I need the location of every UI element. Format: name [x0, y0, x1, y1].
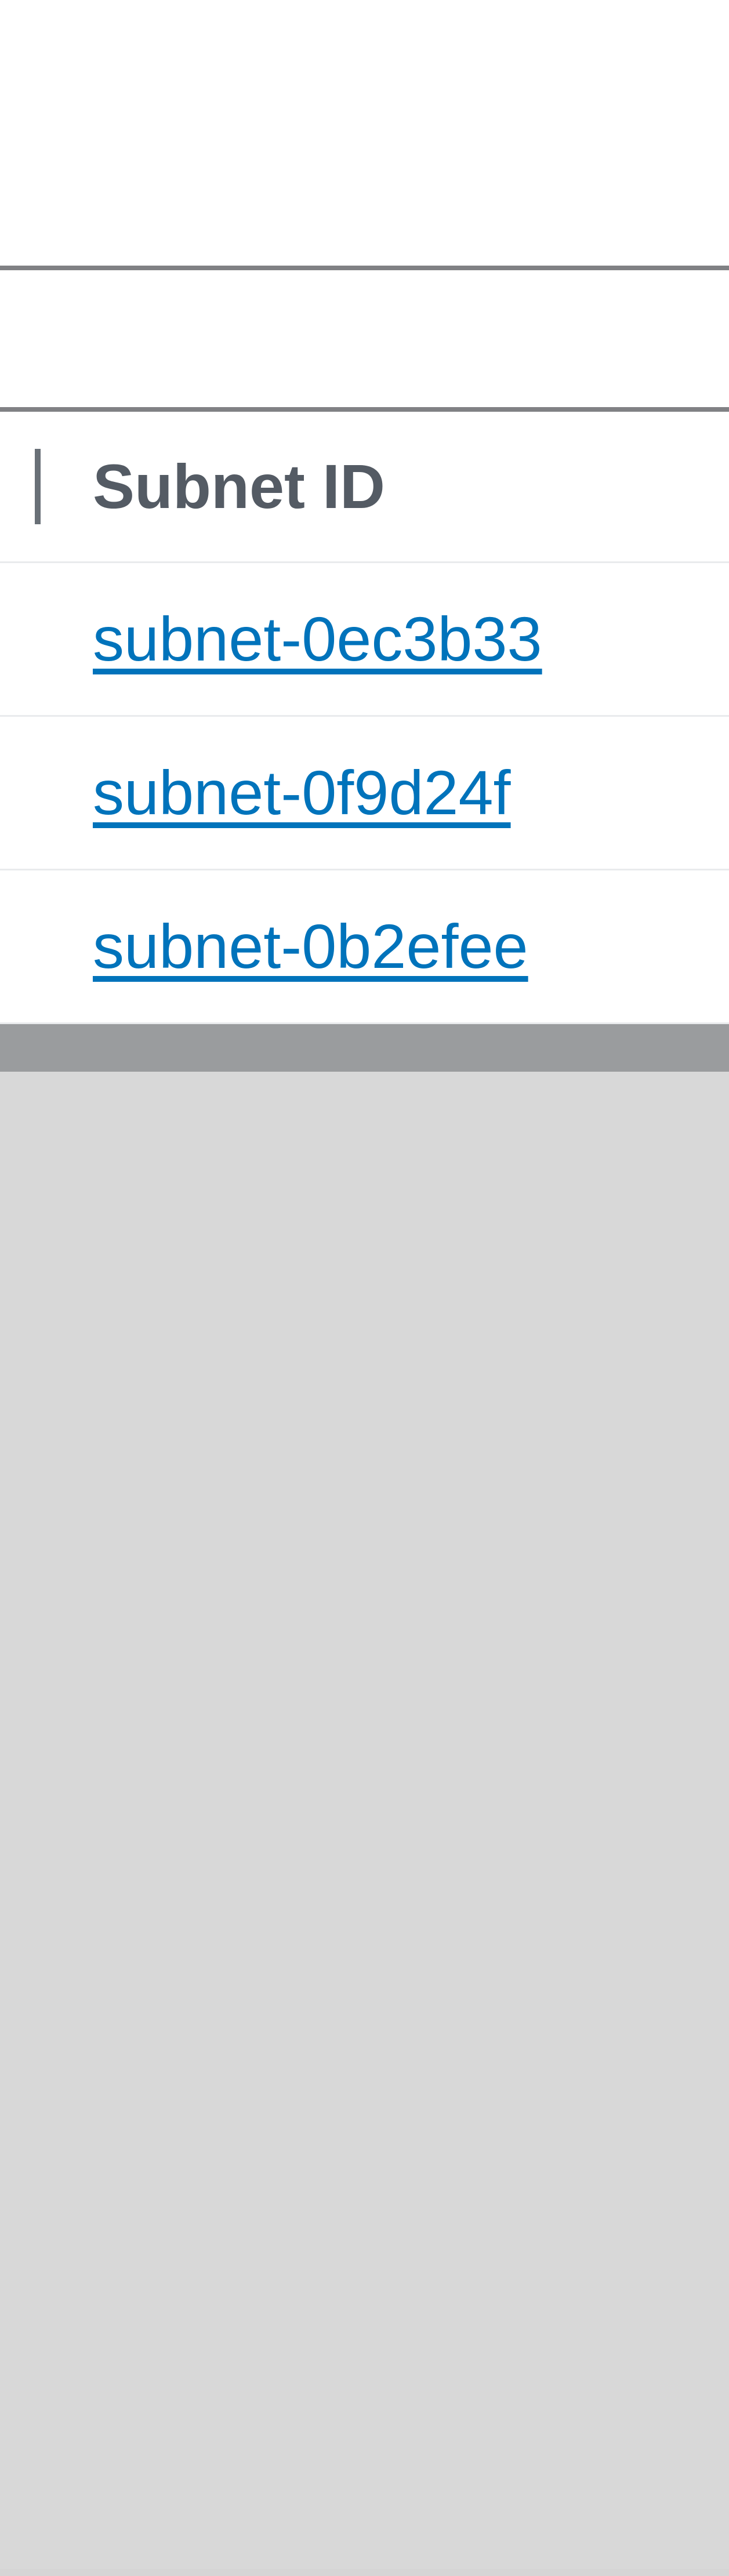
table-row[interactable]: subnet-0f9d24f: [0, 717, 729, 870]
column-header-subnet-id[interactable]: Subnet ID: [93, 455, 385, 518]
empty-region-below: [0, 1072, 729, 2569]
subnet-id-link[interactable]: subnet-0ec3b33: [93, 608, 542, 670]
table-row[interactable]: subnet-0b2efee: [0, 870, 729, 1024]
column-resize-handle[interactable]: [35, 449, 41, 524]
panel-bottom-scrollbar[interactable]: [0, 1024, 729, 1072]
blank-region-top: [0, 0, 729, 266]
subnet-id-link[interactable]: subnet-0b2efee: [93, 915, 528, 978]
table-row[interactable]: subnet-0ec3b33: [0, 563, 729, 717]
subnet-id-link[interactable]: subnet-0f9d24f: [93, 761, 511, 824]
panel-toolbar: [0, 266, 729, 412]
table-header-row: Subnet ID: [0, 412, 729, 563]
subnets-table: Subnet ID subnet-0ec3b33 subnet-0f9d24f …: [0, 412, 729, 1024]
